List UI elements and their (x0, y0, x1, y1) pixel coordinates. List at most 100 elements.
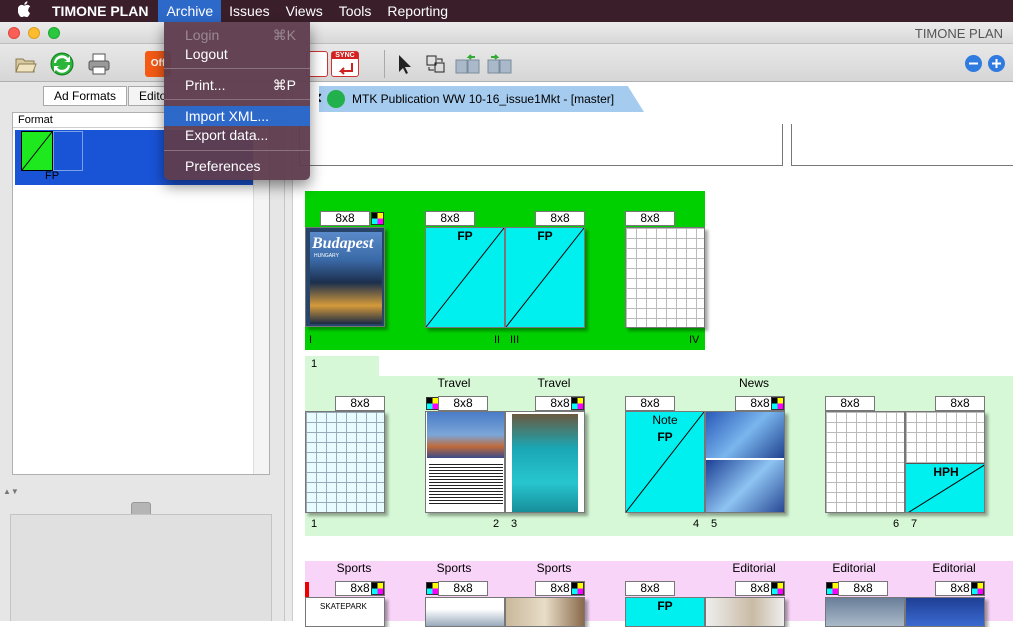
page-number: III (510, 334, 520, 346)
empty-page[interactable] (825, 411, 905, 513)
close-tab-icon[interactable]: ✕ (319, 90, 323, 107)
menu-item-label: Print... (185, 77, 226, 93)
editorial-page[interactable] (505, 597, 585, 627)
format-thumb-outline (53, 131, 83, 171)
section-3: Sports Sports Sports Editorial Editorial… (305, 561, 1013, 627)
menu-bar: TIMONE PLAN Archive Issues Views Tools R… (0, 0, 1013, 22)
color-icon (771, 397, 784, 410)
size-label: 8x8 (825, 396, 875, 411)
menu-item-login: Login ⌘K (164, 25, 310, 45)
cover-page[interactable]: Budapest HUNGARY (305, 227, 385, 327)
menu-archive[interactable]: Archive (158, 0, 222, 22)
pointer-tool-icon[interactable] (390, 51, 416, 77)
print-icon[interactable] (86, 51, 112, 77)
cover-title: Budapest (312, 235, 374, 252)
page-number: II (494, 334, 501, 346)
page-number: 1 (311, 518, 318, 530)
size-label: 8x8 (625, 396, 675, 411)
header-box-left (299, 124, 783, 166)
color-icon (771, 582, 784, 595)
half-ad-page[interactable]: HPH (905, 411, 985, 513)
page-number: 3 (511, 518, 518, 530)
format-item-label: FP (45, 170, 60, 182)
format-thumb-green (21, 131, 53, 171)
apple-menu-icon[interactable] (17, 1, 40, 21)
zoom-in-icon[interactable] (988, 55, 1005, 72)
menu-reporting[interactable]: Reporting (379, 0, 456, 22)
move-left-icon[interactable] (455, 51, 483, 77)
collapse-arrows-icon[interactable]: ▲▼ (3, 487, 19, 496)
header-box-right (791, 124, 1013, 166)
editorial-page[interactable] (505, 411, 585, 513)
ad-label: HPH (933, 465, 959, 479)
ad-page-fp[interactable]: FP (625, 597, 705, 627)
menu-separator (164, 150, 310, 151)
minimize-window-button[interactable] (28, 27, 40, 39)
editorial-page[interactable]: SKATEPARK (305, 597, 385, 627)
menu-item-logout[interactable]: Logout (164, 44, 310, 64)
page-number: 5 (711, 518, 718, 530)
page-photo (427, 412, 504, 458)
editorial-page[interactable] (705, 411, 785, 513)
size-label: 8x8 (838, 581, 888, 596)
menu-item-preferences[interactable]: Preferences (164, 156, 310, 176)
section-2: Travel Travel News 8x8 8x8 8x8 8x8 Note … (305, 376, 1013, 536)
shortcut-label: ⌘K (272, 27, 296, 43)
page-header: Editorial (832, 561, 876, 575)
empty-page[interactable] (625, 227, 705, 328)
editorial-page[interactable] (825, 597, 905, 627)
size-label: 8x8 (320, 211, 370, 226)
menu-item-export-data[interactable]: Export data... (164, 125, 310, 145)
move-right-icon[interactable] (487, 51, 515, 77)
editorial-page[interactable] (705, 597, 785, 627)
toolbar-divider (384, 50, 385, 78)
sync-icon[interactable]: SYNC (331, 51, 359, 77)
color-icon (371, 212, 384, 225)
tab-ad-formats[interactable]: Ad Formats (43, 86, 128, 106)
page-photo (706, 412, 784, 458)
editorial-page[interactable] (425, 597, 505, 627)
ad-block-hph[interactable]: HPH (906, 463, 984, 512)
menu-item-import-xml[interactable]: Import XML... (164, 106, 310, 126)
color-icon (571, 582, 584, 595)
toolbar: Off SYNC (0, 44, 1013, 82)
document-tab[interactable]: ✕ MTK Publication WW 10-16_issue1Mkt - [… (319, 86, 644, 112)
refresh-icon[interactable] (49, 51, 75, 77)
menu-tools[interactable]: Tools (331, 0, 380, 22)
menu-views[interactable]: Views (278, 0, 331, 22)
close-window-button[interactable] (8, 27, 20, 39)
ad-label: FP (457, 229, 473, 243)
ad-page-fp[interactable]: FP (505, 227, 585, 328)
ad-label: FP (657, 599, 673, 613)
page-header: Travel (437, 376, 471, 390)
open-folder-icon[interactable] (13, 51, 39, 77)
window-title-bar: TIMONE PLAN (0, 22, 1013, 44)
page-photo (512, 414, 578, 512)
page-number: 7 (911, 518, 918, 530)
page-number: IV (689, 334, 700, 346)
color-icon (571, 397, 584, 410)
zoom-out-icon[interactable] (965, 55, 982, 72)
status-dot-icon (327, 90, 345, 108)
swap-pages-icon[interactable] (423, 51, 449, 77)
menu-separator (164, 99, 310, 100)
page-number: 2 (493, 518, 500, 530)
note-label: Note (652, 413, 678, 427)
empty-page[interactable] (305, 411, 385, 513)
main-canvas: ✕ MTK Publication WW 10-16_issue1Mkt - [… (285, 82, 1013, 627)
size-label: 8x8 (425, 211, 475, 226)
zoom-window-button[interactable] (48, 27, 60, 39)
size-label: 8x8 (438, 581, 488, 596)
tab-editorial[interactable]: Edito (128, 86, 168, 106)
section-2-tab: 1 (305, 356, 379, 376)
menu-item-print[interactable]: Print... ⌘P (164, 75, 310, 95)
ad-page-fp[interactable]: FP (425, 227, 505, 328)
editorial-page[interactable] (425, 411, 505, 513)
menu-issues[interactable]: Issues (221, 0, 277, 22)
page-number: I (309, 334, 313, 346)
editorial-page[interactable] (905, 597, 985, 627)
ad-page-fp[interactable]: Note FP (625, 411, 705, 513)
app-name-menu[interactable]: TIMONE PLAN (52, 3, 148, 19)
size-label: 8x8 (335, 396, 385, 411)
archive-menu-dropdown: Login ⌘K Logout Print... ⌘P Import XML..… (164, 22, 310, 180)
